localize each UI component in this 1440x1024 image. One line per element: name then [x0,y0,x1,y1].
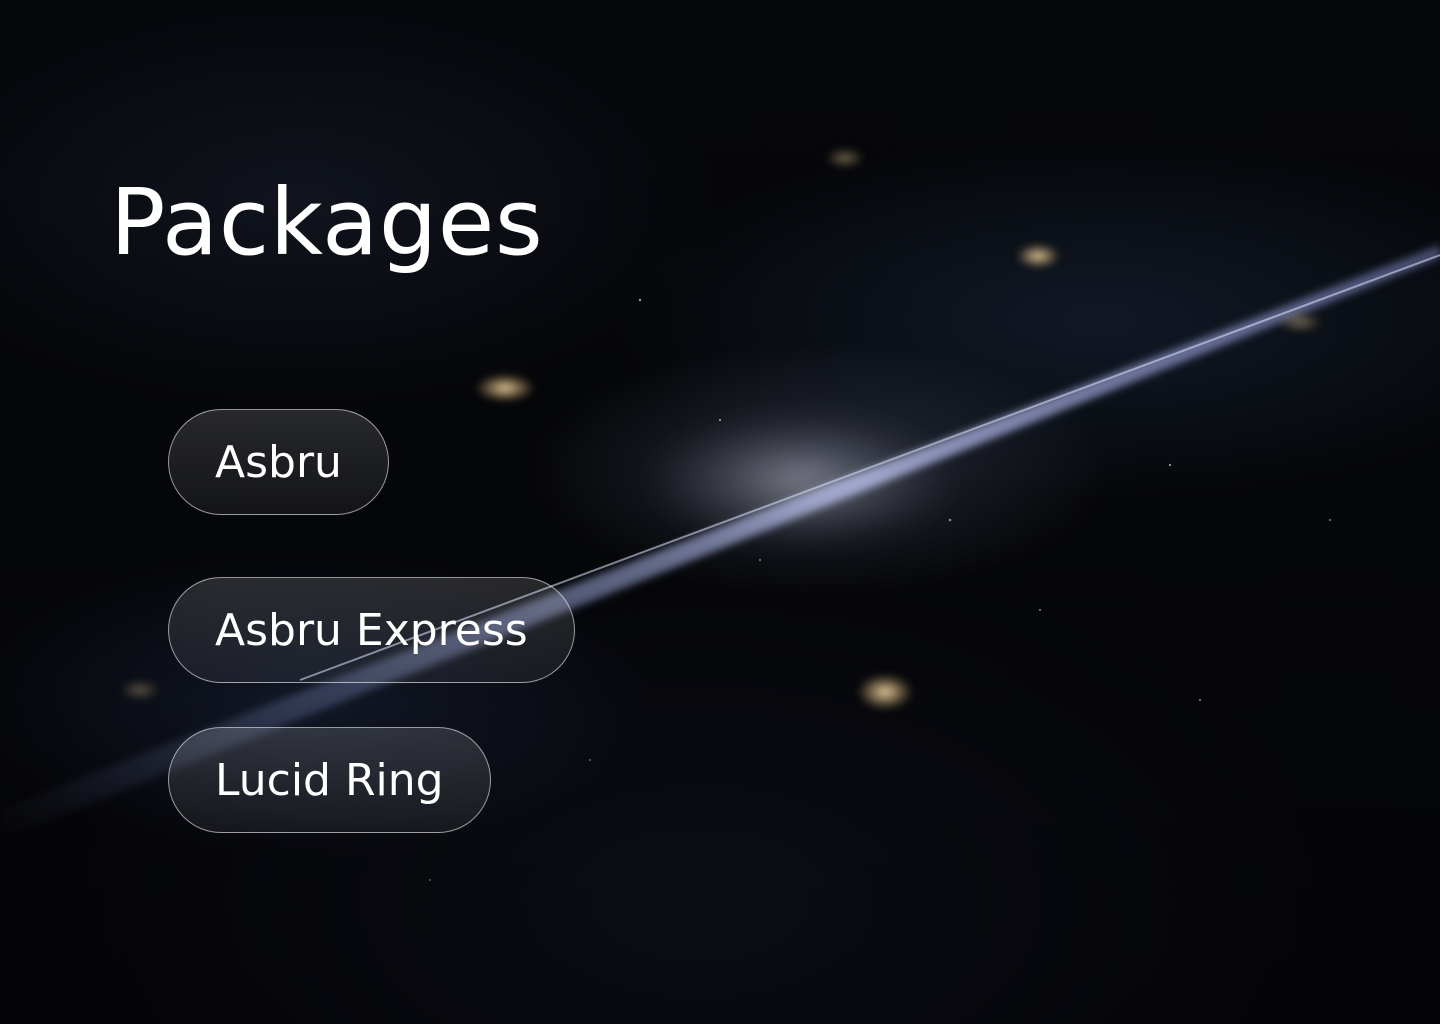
package-button-asbru[interactable]: Asbru [168,409,389,515]
packages-screen: Packages Asbru Asbru Express Lucid Ring [0,0,1440,1024]
package-button-lucid-ring[interactable]: Lucid Ring [168,727,491,833]
package-button-asbru-express[interactable]: Asbru Express [168,577,575,683]
package-label: Asbru Express [215,604,528,656]
package-label: Lucid Ring [215,754,444,806]
galaxy-core [640,410,960,550]
page-title: Packages [110,169,544,276]
package-label: Asbru [215,436,342,488]
